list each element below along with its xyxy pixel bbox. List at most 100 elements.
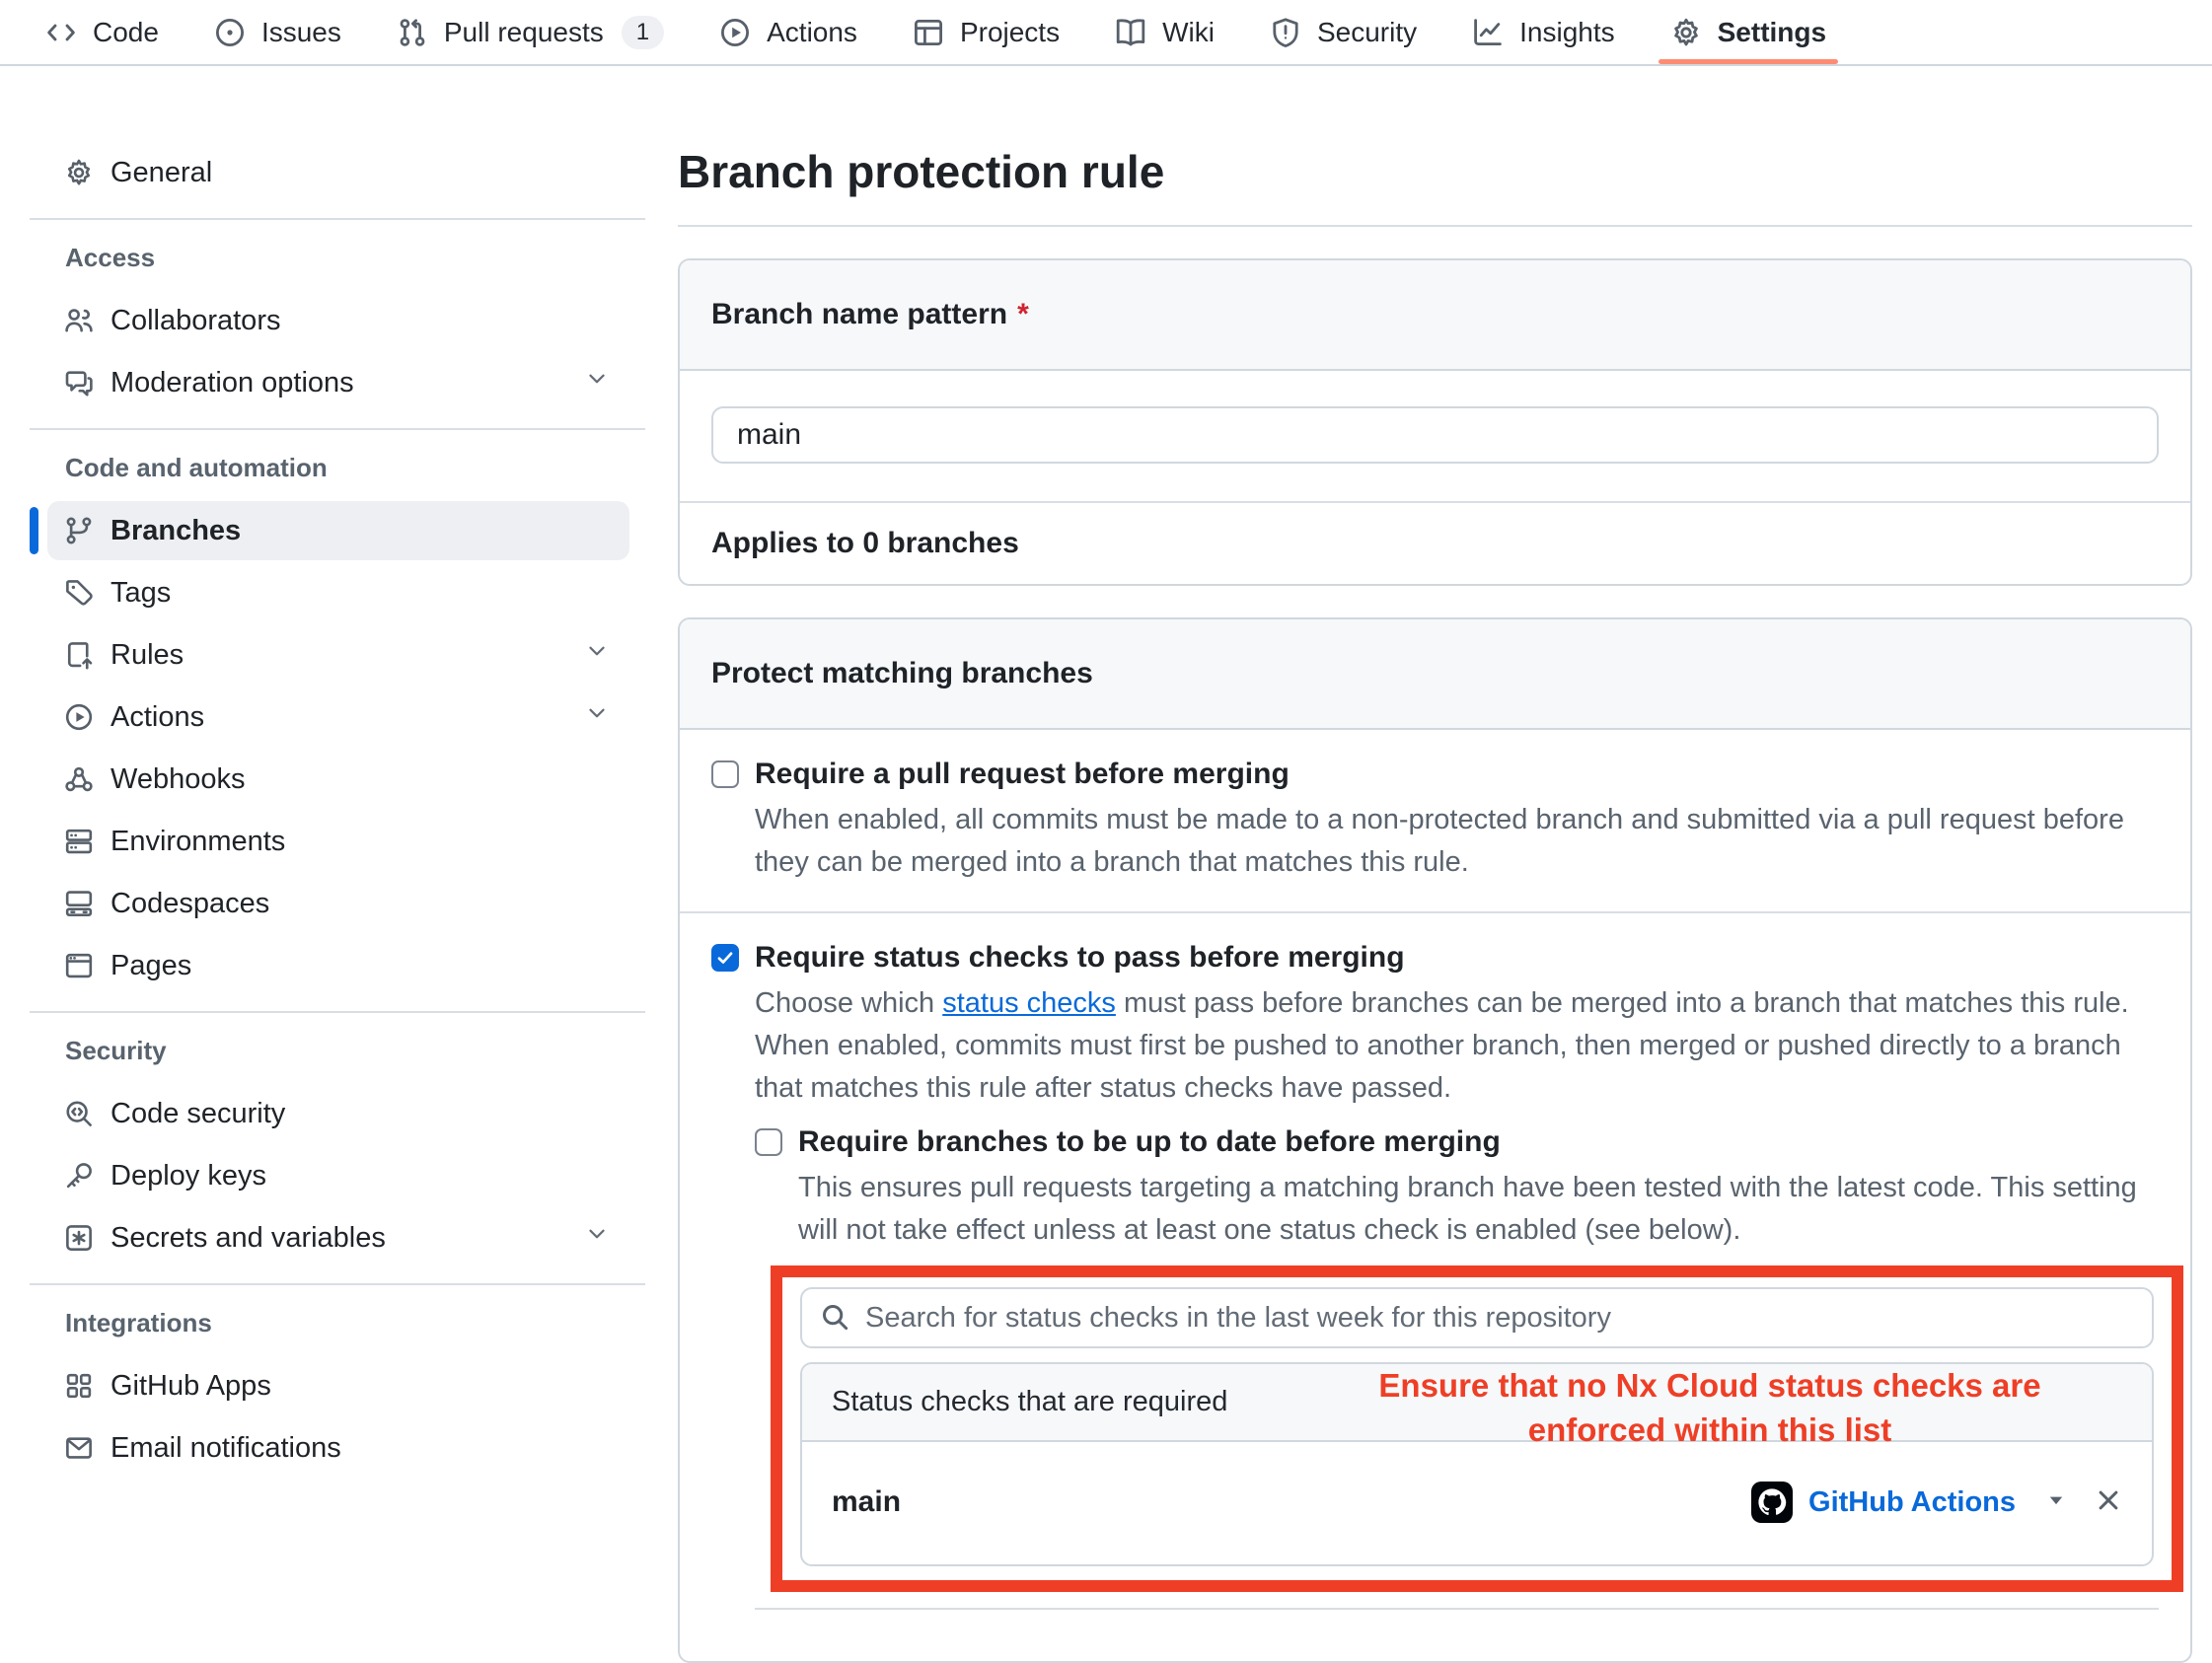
- chevron-down-icon: [584, 638, 610, 672]
- require-pull-request-description: When enabled, all commits must be made t…: [755, 799, 2136, 884]
- require-pull-request-label[interactable]: Require a pull request before merging: [755, 758, 1290, 791]
- branch-name-pattern-header: Branch name pattern *: [680, 260, 2190, 371]
- sidebar-item-label: Tags: [111, 577, 171, 610]
- sidebar-item-label: General: [111, 157, 212, 189]
- nav-item-insights[interactable]: Insights: [1456, 0, 1631, 64]
- sidebar-item-label: Environments: [111, 826, 285, 858]
- graph-icon: [1472, 17, 1504, 48]
- status-check-row: main GitHub Actions: [802, 1442, 2152, 1564]
- nav-item-pull-requests[interactable]: Pull requests 1: [381, 0, 680, 64]
- required-asterisk: *: [1017, 298, 1029, 330]
- nav-item-wiki[interactable]: Wiki: [1099, 0, 1230, 64]
- key-icon: [64, 1161, 94, 1191]
- sidebar-item-codespaces[interactable]: Codespaces: [47, 874, 629, 933]
- sidebar-divider: [30, 218, 645, 220]
- sidebar-item-environments[interactable]: Environments: [47, 812, 629, 871]
- sidebar-item-pages[interactable]: Pages: [47, 936, 629, 995]
- chevron-down-icon: [584, 366, 610, 399]
- caret-down-icon[interactable]: [2045, 1489, 2067, 1516]
- nav-item-label: Security: [1317, 17, 1417, 48]
- codespaces-icon: [64, 889, 94, 918]
- sidebar-item-rules[interactable]: Rules: [47, 625, 629, 685]
- chevron-down-icon: [584, 700, 610, 734]
- require-up-to-date-checkbox[interactable]: [755, 1128, 782, 1156]
- people-icon: [64, 306, 94, 335]
- chevron-down-icon: [584, 1221, 610, 1255]
- mail-icon: [64, 1433, 94, 1463]
- issue-opened-icon: [214, 17, 246, 48]
- codescan-icon: [64, 1099, 94, 1128]
- status-checks-link[interactable]: status checks: [942, 987, 1116, 1019]
- nav-item-settings[interactable]: Settings: [1655, 0, 1842, 64]
- protect-matching-branches-card: Protect matching branches Require a pull…: [678, 617, 2192, 1663]
- play-icon: [64, 702, 94, 732]
- status-checks-list-header-label: Status checks that are required: [832, 1386, 1227, 1417]
- require-status-checks-checkbox[interactable]: [711, 944, 739, 972]
- pull-requests-count-badge: 1: [622, 16, 664, 49]
- git-branch-icon: [64, 516, 94, 545]
- sidebar-item-webhooks[interactable]: Webhooks: [47, 750, 629, 809]
- sidebar-item-code-security[interactable]: Code security: [47, 1084, 629, 1143]
- up-to-date-block: Require branches to be up to date before…: [755, 1125, 2159, 1647]
- sidebar-item-secrets-and-variables[interactable]: Secrets and variables: [47, 1208, 629, 1267]
- search-icon: [820, 1302, 849, 1332]
- require-pull-request-row: Require a pull request before merging Wh…: [680, 730, 2190, 913]
- play-icon: [719, 17, 751, 48]
- sidebar-item-email-notifications[interactable]: Email notifications: [47, 1418, 629, 1478]
- pull-request-icon: [397, 17, 428, 48]
- nav-item-issues[interactable]: Issues: [198, 0, 357, 64]
- nav-item-label: Code: [93, 17, 159, 48]
- sidebar-item-label: Pages: [111, 950, 191, 982]
- status-desc-prefix: Choose which: [755, 987, 942, 1019]
- sidebar-item-collaborators[interactable]: Collaborators: [47, 291, 629, 350]
- branch-name-pattern-input[interactable]: [711, 406, 2159, 464]
- require-status-checks-description: Choose which status checks must pass bef…: [755, 982, 2136, 1110]
- branch-name-pattern-card: Branch name pattern * Applies to 0 branch…: [678, 258, 2192, 586]
- sidebar-item-label: Secrets and variables: [111, 1222, 386, 1255]
- require-status-checks-label[interactable]: Require status checks to pass before mer…: [755, 941, 1405, 975]
- require-up-to-date-label[interactable]: Require branches to be up to date before…: [798, 1125, 1501, 1159]
- sidebar-item-label: Email notifications: [111, 1432, 341, 1465]
- sidebar-item-label: GitHub Apps: [111, 1370, 271, 1403]
- browser-icon: [64, 951, 94, 980]
- nav-item-label: Pull requests: [444, 17, 604, 48]
- require-pull-request-checkbox[interactable]: [711, 760, 739, 788]
- sidebar-item-label: Webhooks: [111, 763, 246, 796]
- applies-to-branches-text: Applies to 0 branches: [680, 501, 2190, 584]
- nav-item-label: Settings: [1718, 17, 1826, 48]
- sidebar-item-actions[interactable]: Actions: [47, 687, 629, 747]
- settings-sidebar: GeneralAccessCollaboratorsModeration opt…: [0, 66, 651, 1481]
- status-checks-search-input[interactable]: [800, 1287, 2154, 1348]
- nav-item-projects[interactable]: Projects: [897, 0, 1075, 64]
- table-icon: [913, 17, 944, 48]
- nav-item-label: Insights: [1519, 17, 1615, 48]
- branch-name-pattern-body: [680, 371, 2190, 501]
- branch-name-pattern-label: Branch name pattern: [711, 298, 1007, 330]
- sidebar-item-label: Actions: [111, 701, 204, 734]
- sidebar-item-moderation-options[interactable]: Moderation options: [47, 353, 629, 412]
- main-content: Branch protection rule Branch name patte…: [678, 66, 2192, 1663]
- asterisk-box-icon: [64, 1223, 94, 1253]
- sidebar-item-label: Branches: [111, 515, 241, 547]
- server-icon: [64, 827, 94, 856]
- comment-discussion-icon: [64, 368, 94, 398]
- nav-item-actions[interactable]: Actions: [703, 0, 873, 64]
- apps-icon: [64, 1371, 94, 1401]
- sidebar-item-branches[interactable]: Branches: [47, 501, 629, 560]
- sidebar-section-header-code-and-automation: Code and automation: [65, 444, 651, 491]
- remove-status-check-icon[interactable]: [2095, 1486, 2122, 1519]
- annotated-status-checks-region: Status checks that are required Ensure t…: [771, 1265, 2183, 1592]
- sidebar-item-deploy-keys[interactable]: Deploy keys: [47, 1146, 629, 1205]
- nav-item-security[interactable]: Security: [1254, 0, 1433, 64]
- sidebar-item-github-apps[interactable]: GitHub Apps: [47, 1356, 629, 1415]
- webhook-icon: [64, 764, 94, 794]
- sidebar-item-tags[interactable]: Tags: [47, 563, 629, 622]
- sidebar-divider: [30, 428, 645, 430]
- nav-item-code[interactable]: Code: [30, 0, 175, 64]
- octocat-icon: [1755, 1485, 1789, 1519]
- sidebar-item-general[interactable]: General: [47, 143, 629, 202]
- github-actions-link[interactable]: GitHub Actions: [1808, 1486, 2016, 1519]
- shield-icon: [1270, 17, 1301, 48]
- sidebar-section-header-security: Security: [65, 1027, 651, 1074]
- protect-matching-branches-header: Protect matching branches: [680, 619, 2190, 730]
